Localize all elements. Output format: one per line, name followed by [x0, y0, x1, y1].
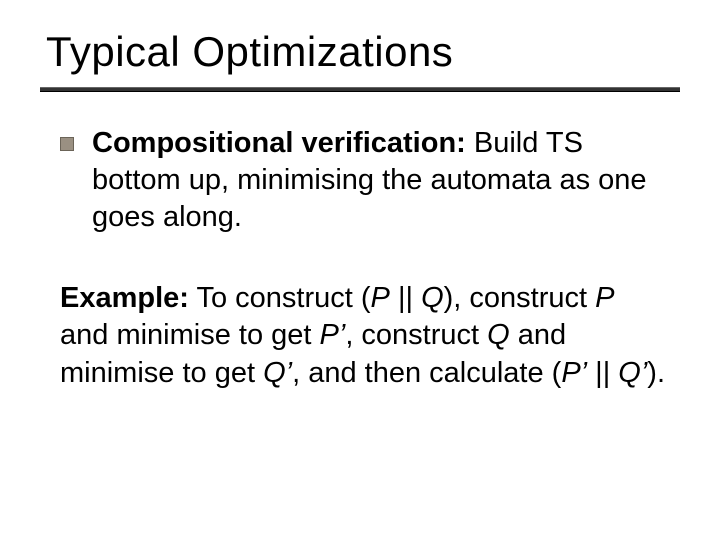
title-underline [40, 88, 680, 91]
var-Q: Q [421, 282, 444, 314]
var-P: P [595, 282, 614, 314]
square-bullet-icon [60, 137, 74, 151]
slide-title: Typical Optimizations [46, 28, 680, 76]
var-P: P [371, 282, 390, 314]
t: and minimise to get [60, 319, 320, 351]
var-Q-prime: Q’ [618, 357, 647, 389]
var-Q-prime: Q’ [263, 357, 292, 389]
bullet-item: Compositional verification: Build TS bot… [60, 125, 670, 236]
slide-body: Compositional verification: Build TS bot… [40, 125, 680, 392]
var-Q: Q [487, 319, 510, 351]
example-label: Example: [60, 282, 189, 314]
example-paragraph: Example: To construct (P || Q), construc… [60, 280, 670, 391]
t: || [390, 282, 421, 314]
bullet-text: Compositional verification: Build TS bot… [92, 125, 670, 236]
t: , construct [345, 319, 487, 351]
t: ). [647, 357, 665, 389]
t: , and then calculate ( [292, 357, 561, 389]
t: To construct ( [189, 282, 371, 314]
var-P-prime: P’ [320, 319, 346, 351]
var-P-prime: P’ [561, 357, 587, 389]
example-text: Example: To construct (P || Q), construc… [60, 280, 670, 391]
bullet-lead: Compositional verification: [92, 127, 466, 159]
t: || [587, 357, 618, 389]
t: ), construct [444, 282, 596, 314]
